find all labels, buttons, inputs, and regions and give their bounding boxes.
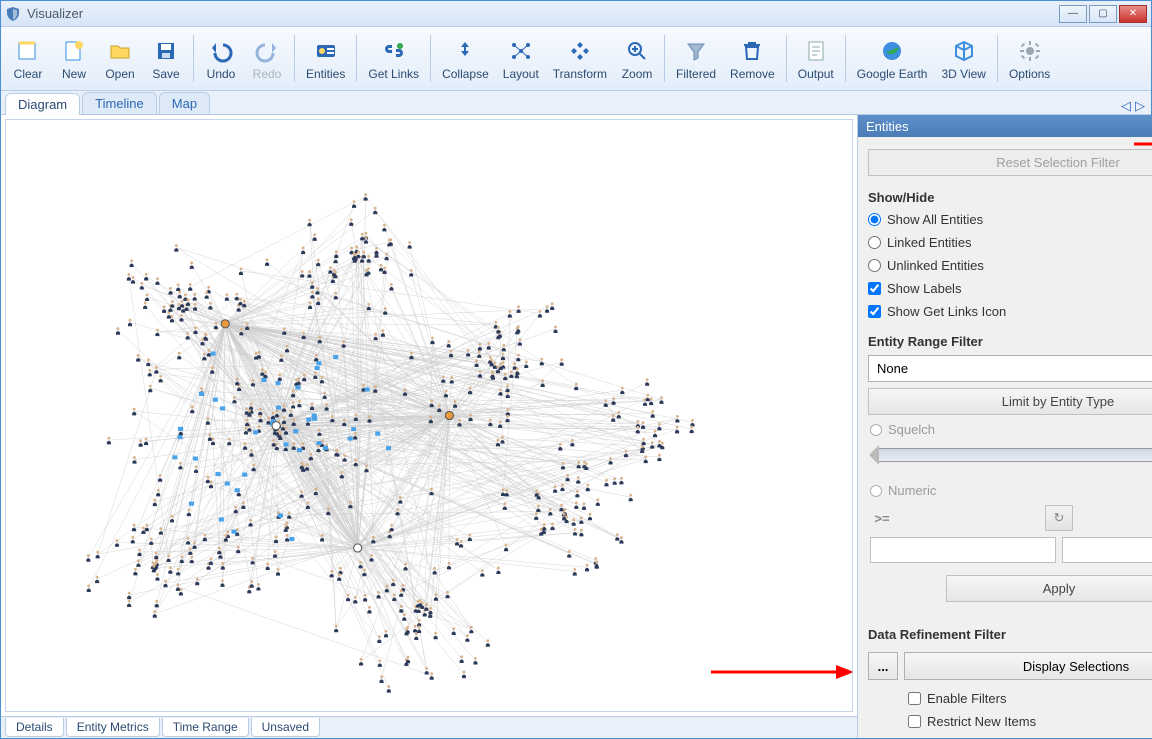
btab-metrics[interactable]: Entity Metrics xyxy=(66,718,160,737)
tab-prev[interactable]: ◁ xyxy=(1121,98,1131,114)
btab-unsaved[interactable]: Unsaved xyxy=(251,718,320,737)
main-area: Details Entity Metrics Time Range Unsave… xyxy=(1,115,1151,738)
get-links-button[interactable]: Get Links xyxy=(361,29,426,88)
tab-timeline[interactable]: Timeline xyxy=(82,92,157,114)
apply-button[interactable]: Apply xyxy=(946,575,1152,602)
tab-nav-arrows: ◁ ▷ xyxy=(1121,98,1151,114)
diagram-canvas[interactable] xyxy=(5,119,853,712)
tab-next[interactable]: ▷ xyxy=(1135,98,1145,114)
radio-show-all[interactable]: Show All Entities xyxy=(868,211,1152,228)
clear-icon xyxy=(14,37,42,65)
entities-panel-scroll[interactable]: Reset Selection Filter Show/Hide Show Al… xyxy=(858,137,1152,738)
check-enable-filters[interactable]: Enable Filters xyxy=(868,690,1152,707)
new-icon xyxy=(60,37,88,65)
app-title: Visualizer xyxy=(27,6,1059,21)
remove-button[interactable]: Remove xyxy=(723,29,782,88)
open-icon xyxy=(106,37,134,65)
bottom-tabs: Details Entity Metrics Time Range Unsave… xyxy=(1,716,857,738)
open-button[interactable]: Open xyxy=(97,29,143,88)
trash-icon xyxy=(738,37,766,65)
gte-label: >= xyxy=(870,511,894,526)
window-buttons: — ▢ ✕ xyxy=(1059,5,1147,23)
entities-panel: Entities 📌 Reset Selection Filter Show/H… xyxy=(857,115,1151,738)
entity-range-filter-header: Entity Range Filter xyxy=(868,334,1152,349)
lte-input[interactable] xyxy=(1062,537,1152,563)
layout-button[interactable]: Layout xyxy=(496,29,546,88)
numeric-inputs xyxy=(870,537,1152,563)
collapse-button[interactable]: Collapse xyxy=(435,29,496,88)
btab-timerange[interactable]: Time Range xyxy=(162,718,249,737)
limit-by-entity-type-button[interactable]: Limit by Entity Type xyxy=(868,388,1152,415)
minimize-button[interactable]: — xyxy=(1059,5,1087,23)
save-button[interactable]: Save xyxy=(143,29,189,88)
app-icon xyxy=(5,6,21,22)
range-filter-combo[interactable]: None xyxy=(868,355,1152,382)
clear-button[interactable]: Clear xyxy=(5,29,51,88)
btab-details[interactable]: Details xyxy=(5,718,64,737)
radio-squelch[interactable]: Squelch xyxy=(870,421,1152,438)
check-restrict-new[interactable]: Restrict New Items xyxy=(868,713,1152,730)
maximize-button[interactable]: ▢ xyxy=(1089,5,1117,23)
entities-panel-header: Entities 📌 xyxy=(858,115,1152,137)
numeric-row: >= ↻ <= xyxy=(870,505,1152,531)
globe-icon xyxy=(878,37,906,65)
zoom-icon xyxy=(623,37,651,65)
redo-button[interactable]: Redo xyxy=(244,29,290,88)
gear-icon xyxy=(1016,37,1044,65)
radio-dim-icon xyxy=(870,485,882,497)
save-icon xyxy=(152,37,180,65)
tab-map[interactable]: Map xyxy=(159,92,210,114)
transform-button[interactable]: Transform xyxy=(546,29,614,88)
output-button[interactable]: Output xyxy=(791,29,841,88)
radio-dim-icon xyxy=(870,424,882,436)
filter-icon xyxy=(682,37,710,65)
network-graph xyxy=(6,120,852,711)
show-hide-header: Show/Hide xyxy=(868,190,1152,205)
reset-selection-filter-button[interactable]: Reset Selection Filter xyxy=(868,149,1152,176)
radio-linked[interactable]: Linked Entities xyxy=(868,234,1152,251)
collapse-icon xyxy=(451,37,479,65)
display-selections-button[interactable]: Display Selections xyxy=(904,652,1152,680)
entities-button[interactable]: Entities xyxy=(299,29,352,88)
transform-icon xyxy=(566,37,594,65)
numeric-refresh-button[interactable]: ↻ xyxy=(1045,505,1073,531)
entities-panel-title: Entities xyxy=(866,119,909,134)
cube-icon xyxy=(950,37,978,65)
zoom-button[interactable]: Zoom xyxy=(614,29,660,88)
layout-icon xyxy=(507,37,535,65)
data-refinement-header: Data Refinement Filter xyxy=(868,627,1006,642)
entities-icon xyxy=(312,37,340,65)
filtered-button[interactable]: Filtered xyxy=(669,29,723,88)
new-button[interactable]: New xyxy=(51,29,97,88)
links-icon xyxy=(380,37,408,65)
check-show-getlinks-icon[interactable]: Show Get Links Icon xyxy=(868,303,1152,320)
squelch-slider[interactable] xyxy=(878,448,1152,462)
title-bar: Visualizer — ▢ ✕ xyxy=(1,1,1151,27)
radio-numeric[interactable]: Numeric xyxy=(870,482,1152,499)
app-window: Visualizer — ▢ ✕ Clear New Open Save Und… xyxy=(0,0,1152,739)
toolbar: Clear New Open Save Undo Redo Entities G… xyxy=(1,27,1151,91)
refine-browse-button[interactable]: ... xyxy=(868,652,898,680)
check-show-labels[interactable]: Show Labels xyxy=(868,280,1152,297)
close-button[interactable]: ✕ xyxy=(1119,5,1147,23)
undo-icon xyxy=(207,37,235,65)
3d-view-button[interactable]: 3D View xyxy=(934,29,992,88)
output-icon xyxy=(802,37,830,65)
tab-diagram[interactable]: Diagram xyxy=(5,93,80,115)
redo-icon xyxy=(253,37,281,65)
radio-unlinked[interactable]: Unlinked Entities xyxy=(868,257,1152,274)
view-tabs: Diagram Timeline Map ◁ ▷ xyxy=(1,91,1151,115)
options-button[interactable]: Options xyxy=(1002,29,1057,88)
google-earth-button[interactable]: Google Earth xyxy=(850,29,935,88)
gte-input[interactable] xyxy=(870,537,1056,563)
undo-button[interactable]: Undo xyxy=(198,29,244,88)
